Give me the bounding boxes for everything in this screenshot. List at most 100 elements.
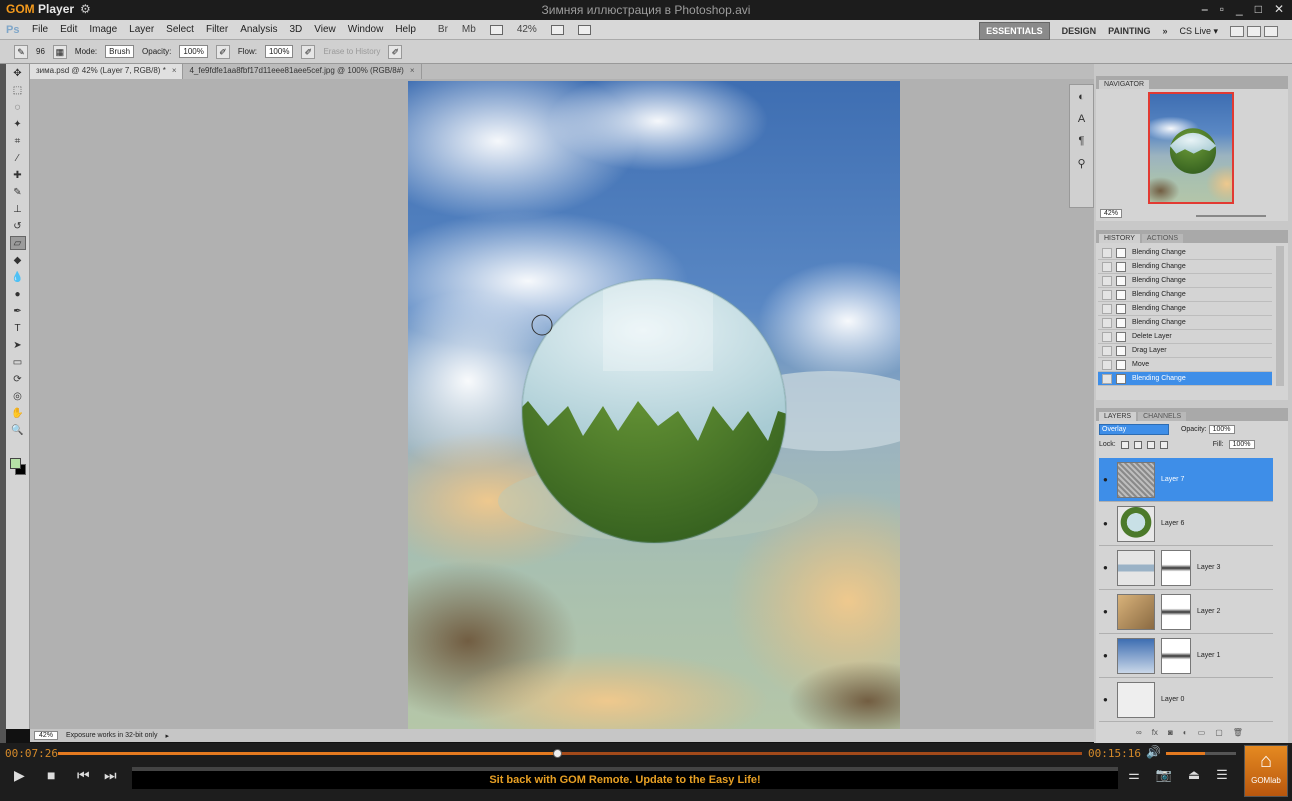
new-layer-icon[interactable]: ▢ [1215,728,1223,737]
fill-field[interactable]: 100% [1228,440,1255,449]
3d-orbit-tool-icon[interactable]: ◎ [10,389,26,403]
shape-tool-icon[interactable]: ▭ [10,355,26,369]
history-item[interactable]: Move [1098,358,1272,372]
ps-close-button[interactable] [1264,25,1278,37]
navigator-zoom-field[interactable]: 42% [1100,209,1123,218]
lock-transparency-icon[interactable] [1120,440,1129,449]
next-button[interactable]: ⏭ [104,767,117,784]
layer-row[interactable]: ● Layer 6 [1099,502,1273,546]
menu-select[interactable]: Select [166,24,194,35]
play-button[interactable]: ▶ [14,767,25,784]
type-tool-icon[interactable]: T [10,321,26,335]
close-tab-icon[interactable]: × [172,66,177,75]
history-item-selected[interactable]: Blending Change [1098,372,1272,386]
paragraph-panel-icon[interactable]: ¶ [1074,135,1090,151]
previous-button[interactable]: ⏮ [77,767,90,784]
layer-mask-thumbnail[interactable] [1161,593,1191,630]
tab-actions[interactable]: ACTIONS [1141,234,1183,243]
eyedropper-tool-icon[interactable]: ⁄ [10,151,26,165]
menu-window[interactable]: Window [348,24,384,35]
tab-navigator[interactable]: NAVIGATOR [1099,80,1150,89]
document-canvas[interactable] [408,81,900,729]
playlist-menu-icon[interactable]: ☰ [1210,767,1234,789]
brush-tool-icon[interactable]: ✎ [10,185,26,199]
layer-row[interactable]: ● Layer 2 [1099,590,1273,634]
clone-stamp-tool-icon[interactable]: ⊥ [10,202,26,216]
lock-position-icon[interactable] [1146,440,1155,449]
erase-to-history-checkbox[interactable]: Erase to History [323,47,380,56]
seek-bar[interactable] [58,749,1082,758]
speaker-icon[interactable]: 🔊 [1146,745,1161,759]
menu-3d[interactable]: 3D [289,24,302,35]
bridge-button[interactable]: Br [438,24,448,35]
layer-row[interactable]: ● Layer 1 [1099,634,1273,678]
brush-panel-icon[interactable]: ▦ [52,44,67,59]
canvas-area[interactable] [30,79,1094,729]
menu-edit[interactable]: Edit [60,24,77,35]
marquee-tool-icon[interactable]: ⬚ [10,83,26,97]
history-item[interactable]: Blending Change [1098,260,1272,274]
blur-tool-icon[interactable]: 💧 [10,270,26,284]
layer-row[interactable]: ● Layer 3 [1099,546,1273,590]
layer-row[interactable]: ● Layer 0 [1099,678,1273,722]
history-item[interactable]: Blending Change [1098,246,1272,260]
minimize-button[interactable]: _ [1236,2,1243,17]
menu-layer[interactable]: Layer [129,24,154,35]
view-extras-icon[interactable] [489,24,503,35]
layer-row-selected[interactable]: ● Layer 7 [1099,458,1273,502]
promo-marquee[interactable]: Sit back with GOM Remote. Update to the … [132,767,1118,789]
path-selection-tool-icon[interactable]: ➤ [10,338,26,352]
workspace-painting[interactable]: PAINTING [1108,26,1150,36]
lasso-tool-icon[interactable]: ◌ [10,100,26,114]
history-item[interactable]: Blending Change [1098,316,1272,330]
close-tab-icon[interactable]: × [410,66,415,75]
dodge-tool-icon[interactable]: ● [10,287,26,301]
equalizer-icon[interactable]: ⚌ [1122,767,1146,789]
history-item[interactable]: Blending Change [1098,302,1272,316]
pin-icon[interactable]: ▫ [1220,2,1224,17]
new-group-icon[interactable]: ▭ [1198,728,1206,737]
link-layers-icon[interactable]: ∞ [1136,728,1142,737]
lock-pixels-icon[interactable] [1133,440,1142,449]
status-zoom-field[interactable]: 42% [34,731,59,740]
brush-size[interactable]: 96 [36,47,45,56]
add-mask-icon[interactable]: ◙ [1168,728,1173,737]
workspace-design[interactable]: DESIGN [1062,26,1097,36]
adjustment-layer-icon[interactable]: ◐ [1183,728,1188,737]
healing-brush-tool-icon[interactable]: ✚ [10,168,26,182]
blend-mode-select[interactable]: Overlay [1099,424,1169,435]
quick-selection-tool-icon[interactable]: ✦ [10,117,26,131]
mini-bridge-button[interactable]: Mb [462,24,476,35]
volume-slider[interactable] [1166,752,1236,755]
history-item[interactable]: Drag Layer [1098,344,1272,358]
visibility-eye-icon[interactable]: ● [1103,563,1113,572]
pressure-size-icon[interactable]: ✐ [388,44,403,59]
airbrush-icon[interactable]: ✐ [301,44,316,59]
mode-select[interactable]: Brush [105,45,135,58]
history-brush-tool-icon[interactable]: ↺ [10,219,26,233]
screen-mode-icon[interactable] [577,24,591,35]
pressure-opacity-icon[interactable]: ✐ [215,44,230,59]
menu-filter[interactable]: Filter [206,24,228,35]
navigator-zoom-slider[interactable] [1196,215,1266,217]
navigator-thumbnail[interactable] [1148,92,1234,204]
layer-mask-thumbnail[interactable] [1161,637,1191,674]
compact-mode-icon[interactable]: ⎯ [1202,2,1208,17]
opacity-field[interactable]: 100% [179,45,208,58]
visibility-eye-icon[interactable]: ● [1103,475,1113,484]
clone-source-icon[interactable]: ⚲ [1074,157,1090,173]
menu-help[interactable]: Help [395,24,416,35]
foreground-color-swatch[interactable] [10,458,21,469]
history-item[interactable]: Blending Change [1098,274,1272,288]
eraser-tool-icon[interactable]: ▱ [9,236,26,250]
history-scrollbar[interactable] [1276,246,1284,386]
visibility-eye-icon[interactable]: ● [1103,695,1113,704]
menu-view[interactable]: View [314,24,336,35]
visibility-eye-icon[interactable]: ● [1103,519,1113,528]
tab-channels[interactable]: CHANNELS [1138,412,1187,421]
layer-opacity-field[interactable]: 100% [1208,425,1235,434]
eject-icon[interactable]: ⏏ [1182,767,1206,789]
crop-tool-icon[interactable]: ⌗ [10,134,26,148]
seek-knob[interactable] [552,749,562,758]
flow-field[interactable]: 100% [264,45,294,58]
